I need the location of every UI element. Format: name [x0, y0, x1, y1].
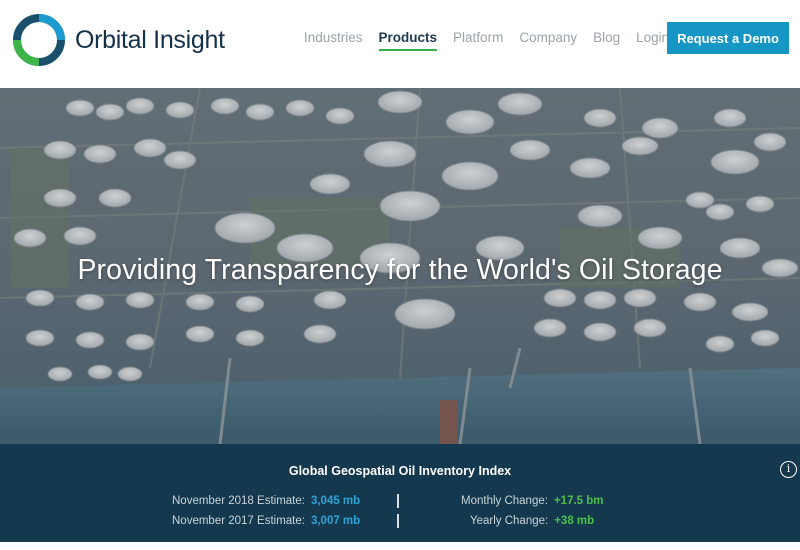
index-title: Global Geospatial Oil Inventory Index — [288, 464, 512, 478]
nav-company[interactable]: Company — [519, 30, 577, 45]
divider — [397, 494, 399, 508]
monthly-change-row: Monthly Change: +17.5 bm — [461, 495, 604, 507]
orbital-insight-logo-icon[interactable] — [12, 13, 66, 67]
page-bottom-edge — [0, 542, 800, 550]
hero-banner: Providing Transparency for the World's O… — [0, 88, 800, 444]
site-header: Orbital Insight Industries Products Plat… — [0, 0, 800, 88]
divider — [397, 514, 399, 528]
yearly-change-row: Yearly Change: +38 mb — [470, 515, 594, 527]
request-demo-button[interactable]: Request a Demo — [667, 22, 789, 54]
change-value: +38 mb — [554, 515, 595, 527]
hero-title: Providing Transparency for the World's O… — [77, 254, 723, 286]
estimate-row-2017: November 2017 Estimate: 3,007 mb — [172, 515, 360, 527]
nav-platform[interactable]: Platform — [453, 30, 503, 45]
nav-login[interactable]: Login — [636, 30, 669, 45]
estimate-value: 3,045 mb — [310, 495, 361, 507]
nav-products[interactable]: Products — [378, 30, 437, 51]
estimate-value: 3,007 mb — [310, 515, 361, 527]
estimate-label: November 2018 Estimate: — [172, 495, 305, 507]
brand-name[interactable]: Orbital Insight — [75, 26, 225, 55]
oil-inventory-index: Global Geospatial Oil Inventory Index i … — [0, 444, 800, 542]
change-label: Monthly Change: — [461, 495, 548, 507]
change-label: Yearly Change: — [470, 515, 549, 527]
change-value: +17.5 bm — [553, 495, 604, 507]
estimate-row-2018: November 2018 Estimate: 3,045 mb — [172, 495, 360, 507]
nav-blog[interactable]: Blog — [593, 30, 620, 45]
main-nav: Industries Products Platform Company Blo… — [304, 30, 685, 51]
nav-industries[interactable]: Industries — [304, 30, 363, 45]
info-icon[interactable]: i — [780, 461, 797, 478]
estimate-label: November 2017 Estimate: — [172, 515, 305, 527]
